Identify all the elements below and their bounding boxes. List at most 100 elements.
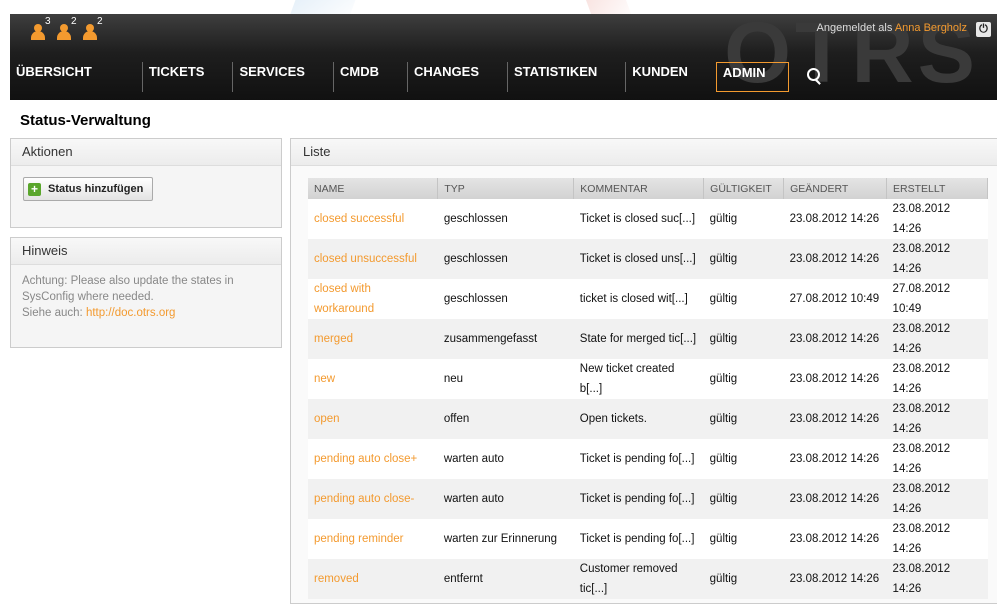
state-name-link[interactable]: closed unsuccessful	[308, 239, 438, 279]
nav-changes[interactable]: CHANGES	[406, 62, 491, 92]
state-changed: 23.08.2012 14:26	[783, 519, 887, 559]
state-comment: Ticket is pending fo[...]	[573, 439, 704, 479]
state-created: 23.08.2012 14:26	[886, 559, 988, 599]
online-agents-icon[interactable]: 3	[30, 16, 51, 42]
table-row[interactable]: merged zusammengefasst State for merged ti…	[308, 319, 988, 359]
state-type: neu	[437, 359, 574, 399]
login-info: Angemeldet als Anna Bergholz	[817, 22, 967, 34]
search-icon[interactable]	[799, 62, 829, 92]
state-created: 23.08.2012 14:26	[886, 439, 988, 479]
state-validity: gültig	[703, 199, 784, 239]
state-comment: New ticket created b[...]	[573, 359, 704, 399]
state-created: 23.08.2012 14:26	[886, 199, 988, 239]
state-validity: gültig	[703, 519, 784, 559]
out-of-office-count: 2	[97, 16, 103, 27]
state-created: 27.08.2012 10:49	[886, 279, 988, 319]
nav-customers[interactable]: KUNDEN	[625, 62, 700, 92]
plus-icon: +	[28, 182, 41, 196]
hint-box: Hinweis Achtung: Please also update the …	[10, 237, 282, 348]
state-created: 23.08.2012 14:26	[886, 479, 988, 519]
state-validity: gültig	[703, 399, 784, 439]
table-row[interactable]: new neu New ticket created b[...] gültig 23.…	[308, 359, 988, 399]
add-status-label: Status hinzufügen	[48, 183, 144, 195]
states-table: NAME TYP KOMMENTAR GÜLTIGKEIT GEÄNDERT E…	[308, 178, 988, 599]
table-header-row: NAME TYP KOMMENTAR GÜLTIGKEIT GEÄNDERT E…	[308, 178, 988, 199]
state-created: 23.08.2012 14:26	[886, 519, 988, 559]
online-indicators: 3 2 2	[30, 16, 103, 42]
table-row[interactable]: removed entfernt Customer removed tic[...]…	[308, 559, 988, 599]
table-row[interactable]: pending auto close-warten auto Ticket is …	[308, 479, 988, 519]
nav-admin[interactable]: ADMIN	[715, 62, 789, 92]
state-comment: Ticket is pending fo[...]	[573, 479, 704, 519]
table-row[interactable]: closed unsuccessful geschlossen Ticket is …	[308, 239, 988, 279]
column-header-type[interactable]: TYP	[437, 178, 575, 199]
actions-box-title: Aktionen	[11, 139, 281, 166]
state-name-link[interactable]: new	[308, 359, 438, 399]
state-name-link[interactable]: closed successful	[308, 199, 438, 239]
state-type: geschlossen	[437, 279, 574, 319]
state-created: 23.08.2012 14:26	[886, 239, 988, 279]
state-validity: gültig	[703, 279, 784, 319]
page-title: Status-Verwaltung	[20, 112, 151, 129]
state-name-link[interactable]: merged	[308, 319, 438, 359]
list-box: Liste NAME TYP KOMMENTAR GÜLTIGKEIT GEÄN…	[290, 138, 997, 604]
state-validity: gültig	[703, 439, 784, 479]
state-type: offen	[437, 399, 574, 439]
state-name-link[interactable]: pending auto close-	[308, 479, 438, 519]
table-body: closed successful geschlossen Ticket is cl…	[308, 199, 988, 599]
column-header-created[interactable]: ERSTELLT	[886, 178, 988, 199]
state-changed: 23.08.2012 14:26	[783, 399, 887, 439]
doc-link[interactable]: http://doc.otrs.org	[86, 307, 176, 319]
state-name-link[interactable]: open	[308, 399, 438, 439]
state-changed: 23.08.2012 14:26	[783, 199, 887, 239]
logout-power-icon[interactable]: ⏻	[976, 22, 991, 37]
nav-statistics[interactable]: STATISTIKEN	[507, 62, 609, 92]
state-created: 23.08.2012 14:26	[886, 319, 988, 359]
state-type: warten zur Erinnerung	[437, 519, 574, 559]
column-header-name[interactable]: NAME	[308, 178, 439, 199]
table-row[interactable]: open offen Open tickets. gültig 23.08.2012 1…	[308, 399, 988, 439]
login-user-link[interactable]: Anna Bergholz	[895, 22, 967, 34]
state-name-link[interactable]: closed with workaround	[308, 279, 438, 319]
out-of-office-icon[interactable]: 2	[82, 16, 103, 42]
hint-text: Achtung: Please also update the states i…	[22, 275, 234, 303]
column-header-changed[interactable]: GEÄNDERT	[783, 178, 888, 199]
online-customers-count: 2	[71, 16, 77, 27]
state-changed: 23.08.2012 14:26	[783, 239, 887, 279]
table-row[interactable]: closed with workaround geschlossen ticket …	[308, 279, 988, 319]
table-row[interactable]: closed successful geschlossen Ticket is cl…	[308, 199, 988, 239]
nav-services[interactable]: SERVICES	[232, 62, 317, 92]
state-name-link[interactable]: pending auto close+	[308, 439, 438, 479]
state-validity: gültig	[703, 559, 784, 599]
state-changed: 23.08.2012 14:26	[783, 439, 887, 479]
column-header-comment[interactable]: KOMMENTAR	[573, 178, 705, 199]
table-row[interactable]: pending auto close+ warten auto Ticket is …	[308, 439, 988, 479]
state-validity: gültig	[703, 239, 784, 279]
state-type: entfernt	[437, 559, 574, 599]
state-name-link[interactable]: pending reminder	[308, 519, 438, 559]
add-status-button[interactable]: + Status hinzufügen	[23, 177, 154, 201]
state-type: warten auto	[437, 439, 574, 479]
state-name-link[interactable]: removed	[308, 559, 438, 599]
header-bar: OTRS 3 2 2 Angemeldet als Anna Bergholz …	[10, 14, 997, 100]
state-validity: gültig	[703, 319, 784, 359]
online-agents-count: 3	[45, 16, 51, 27]
list-box-title: Liste	[291, 139, 997, 166]
column-header-validity[interactable]: GÜLTIGKEIT	[703, 178, 785, 199]
login-prefix: Angemeldet als	[816, 22, 893, 34]
hint-box-title: Hinweis	[11, 238, 281, 265]
nav-overview[interactable]: ÜBERSICHT	[10, 62, 104, 92]
online-customers-icon[interactable]: 2	[56, 16, 77, 42]
state-changed: 23.08.2012 14:26	[783, 479, 887, 519]
state-changed: 27.08.2012 10:49	[783, 279, 887, 319]
nav-tickets[interactable]: TICKETS	[141, 62, 217, 92]
state-comment: Open tickets.	[573, 399, 704, 439]
state-comment: Customer removed tic[...]	[573, 559, 704, 599]
state-comment: State for merged tic[...]	[573, 319, 704, 359]
table-row[interactable]: pending reminder warten zur Erinnerung Tic…	[308, 519, 988, 559]
state-type: geschlossen	[437, 199, 574, 239]
nav-cmdb[interactable]: CMDB	[332, 62, 391, 92]
state-changed: 23.08.2012 14:26	[783, 559, 887, 599]
state-created: 23.08.2012 14:26	[886, 399, 988, 439]
state-comment: Ticket is pending fo[...]	[573, 519, 704, 559]
